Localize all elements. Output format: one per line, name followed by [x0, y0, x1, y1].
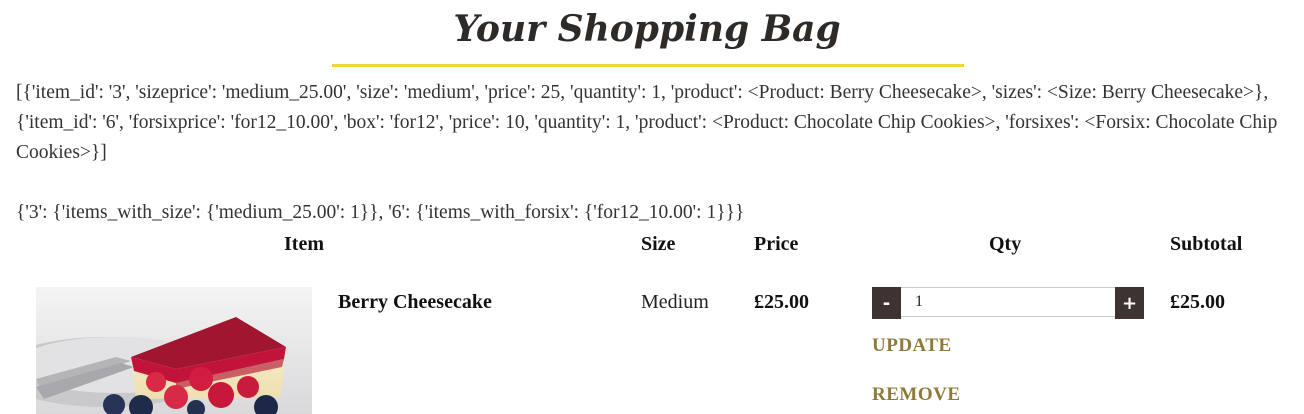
page-title: Your Shopping Bag [453, 8, 841, 50]
title-underline [332, 64, 964, 67]
increment-quantity-button[interactable]: + [1115, 287, 1144, 319]
quantity-input[interactable] [901, 287, 1115, 317]
column-header-size: Size [641, 233, 676, 255]
debug-bag-items: [{'item_id': '3', 'sizeprice': 'medium_2… [16, 82, 1278, 163]
product-price: £25.00 [754, 291, 809, 313]
column-header-price: Price [754, 233, 799, 255]
column-header-qty: Qty [989, 233, 1022, 255]
remove-link[interactable]: REMOVE [872, 384, 961, 406]
debug-bag-summary: {'3': {'items_with_size': {'medium_25.00… [16, 202, 745, 223]
quantity-stepper: - + [872, 287, 1144, 319]
decrement-quantity-button[interactable]: - [872, 287, 901, 319]
product-name[interactable]: Berry Cheesecake [338, 291, 492, 314]
column-header-subtotal: Subtotal [1170, 233, 1243, 255]
update-link[interactable]: UPDATE [872, 335, 952, 357]
cheesecake-image[interactable] [36, 287, 312, 414]
column-header-item: Item [284, 233, 324, 255]
product-subtotal: £25.00 [1170, 291, 1225, 313]
product-size: Medium [641, 291, 709, 313]
